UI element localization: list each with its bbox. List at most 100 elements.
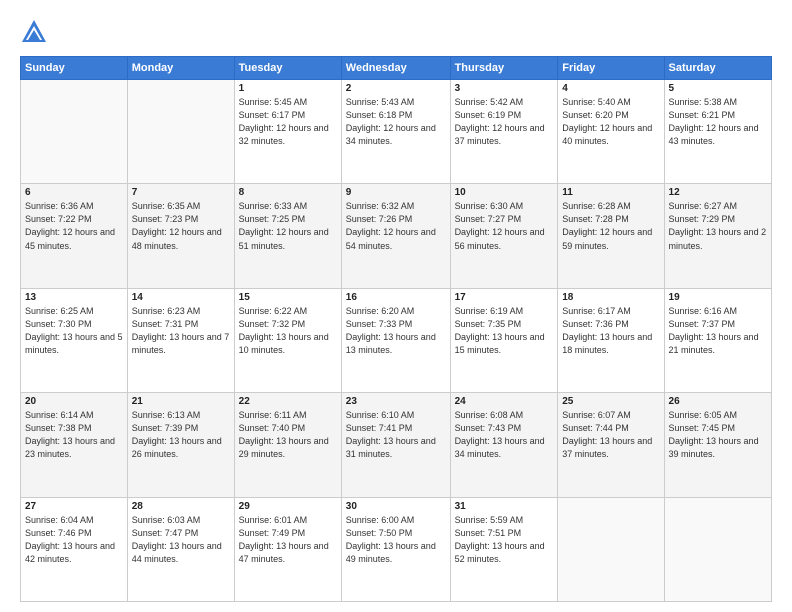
day-info: Sunrise: 6:30 AM Sunset: 7:27 PM Dayligh… <box>455 200 554 252</box>
day-info: Sunrise: 6:33 AM Sunset: 7:25 PM Dayligh… <box>239 200 337 252</box>
col-header-wednesday: Wednesday <box>341 57 450 80</box>
day-info: Sunrise: 6:20 AM Sunset: 7:33 PM Dayligh… <box>346 305 446 357</box>
calendar-cell: 17 Sunrise: 6:19 AM Sunset: 7:35 PM Dayli… <box>450 288 558 392</box>
calendar-cell: 18Sunrise: 6:17 AM Sunset: 7:36 PM Dayli… <box>558 288 664 392</box>
calendar-cell: 12 Sunrise: 6:27 AM Sunset: 7:29 PM Dayli… <box>664 184 771 288</box>
calendar-cell: 11 Sunrise: 6:28 AM Sunset: 7:28 PM Dayli… <box>558 184 664 288</box>
day-number: 15 <box>239 292 337 303</box>
calendar-cell: 29 Sunrise: 6:01 AM Sunset: 7:49 PM Dayli… <box>234 497 341 601</box>
calendar-week-2: 6 Sunrise: 6:36 AM Sunset: 7:22 PM Daylig… <box>21 184 772 288</box>
calendar-cell: 28 Sunrise: 6:03 AM Sunset: 7:47 PM Dayli… <box>127 497 234 601</box>
col-header-tuesday: Tuesday <box>234 57 341 80</box>
day-number: 21 <box>132 396 230 407</box>
calendar-cell: 26 Sunrise: 6:05 AM Sunset: 7:45 PM Dayli… <box>664 393 771 497</box>
day-info: Sunrise: 6:36 AM Sunset: 7:22 PM Dayligh… <box>25 200 123 252</box>
calendar-cell: 14 Sunrise: 6:23 AM Sunset: 7:31 PM Dayli… <box>127 288 234 392</box>
day-info: Sunrise: 5:38 AM Sunset: 6:21 PM Dayligh… <box>669 96 767 148</box>
day-number: 18 <box>562 292 659 303</box>
calendar-week-4: 20Sunrise: 6:14 AM Sunset: 7:38 PM Dayli… <box>21 393 772 497</box>
day-info: Sunrise: 6:03 AM Sunset: 7:47 PM Dayligh… <box>132 514 230 566</box>
col-header-saturday: Saturday <box>664 57 771 80</box>
day-number: 28 <box>132 501 230 512</box>
day-info: Sunrise: 6:22 AM Sunset: 7:32 PM Dayligh… <box>239 305 337 357</box>
day-number: 11 <box>562 187 659 198</box>
calendar-cell <box>664 497 771 601</box>
calendar-cell: 7 Sunrise: 6:35 AM Sunset: 7:23 PM Daylig… <box>127 184 234 288</box>
day-info: Sunrise: 6:01 AM Sunset: 7:49 PM Dayligh… <box>239 514 337 566</box>
day-number: 13 <box>25 292 123 303</box>
calendar-cell: 27 Sunrise: 6:04 AM Sunset: 7:46 PM Dayli… <box>21 497 128 601</box>
calendar-cell: 1Sunrise: 5:45 AM Sunset: 6:17 PM Daylig… <box>234 80 341 184</box>
day-info: Sunrise: 5:43 AM Sunset: 6:18 PM Dayligh… <box>346 96 446 148</box>
calendar-cell: 31 Sunrise: 5:59 AM Sunset: 7:51 PM Dayli… <box>450 497 558 601</box>
day-info: Sunrise: 6:28 AM Sunset: 7:28 PM Dayligh… <box>562 200 659 252</box>
calendar-week-3: 13 Sunrise: 6:25 AM Sunset: 7:30 PM Dayli… <box>21 288 772 392</box>
day-number: 5 <box>669 83 767 94</box>
calendar-cell: 5 Sunrise: 5:38 AM Sunset: 6:21 PM Daylig… <box>664 80 771 184</box>
day-info: Sunrise: 6:16 AM Sunset: 7:37 PM Dayligh… <box>669 305 767 357</box>
day-number: 16 <box>346 292 446 303</box>
day-number: 25 <box>562 396 659 407</box>
day-number: 22 <box>239 396 337 407</box>
day-info: Sunrise: 6:11 AM Sunset: 7:40 PM Dayligh… <box>239 409 337 461</box>
day-number: 10 <box>455 187 554 198</box>
calendar-cell: 10 Sunrise: 6:30 AM Sunset: 7:27 PM Dayli… <box>450 184 558 288</box>
calendar-cell: 9 Sunrise: 6:32 AM Sunset: 7:26 PM Daylig… <box>341 184 450 288</box>
day-info: Sunrise: 6:35 AM Sunset: 7:23 PM Dayligh… <box>132 200 230 252</box>
calendar-cell: 19Sunrise: 6:16 AM Sunset: 7:37 PM Dayli… <box>664 288 771 392</box>
calendar-cell: 15 Sunrise: 6:22 AM Sunset: 7:32 PM Dayli… <box>234 288 341 392</box>
day-number: 6 <box>25 187 123 198</box>
col-header-sunday: Sunday <box>21 57 128 80</box>
day-info: Sunrise: 6:13 AM Sunset: 7:39 PM Dayligh… <box>132 409 230 461</box>
calendar-cell: 4 Sunrise: 5:40 AM Sunset: 6:20 PM Daylig… <box>558 80 664 184</box>
day-info: Sunrise: 6:14 AM Sunset: 7:38 PM Dayligh… <box>25 409 123 461</box>
day-number: 27 <box>25 501 123 512</box>
day-info: Sunrise: 6:25 AM Sunset: 7:30 PM Dayligh… <box>25 305 123 357</box>
calendar-cell: 13 Sunrise: 6:25 AM Sunset: 7:30 PM Dayli… <box>21 288 128 392</box>
day-number: 8 <box>239 187 337 198</box>
day-number: 26 <box>669 396 767 407</box>
day-number: 7 <box>132 187 230 198</box>
day-number: 1 <box>239 83 337 94</box>
calendar-week-5: 27 Sunrise: 6:04 AM Sunset: 7:46 PM Dayli… <box>21 497 772 601</box>
page: SundayMondayTuesdayWednesdayThursdayFrid… <box>0 0 792 612</box>
day-number: 2 <box>346 83 446 94</box>
day-number: 9 <box>346 187 446 198</box>
calendar-cell: 24Sunrise: 6:08 AM Sunset: 7:43 PM Dayli… <box>450 393 558 497</box>
day-number: 31 <box>455 501 554 512</box>
header <box>20 18 772 46</box>
calendar-cell: 21 Sunrise: 6:13 AM Sunset: 7:39 PM Dayli… <box>127 393 234 497</box>
day-number: 29 <box>239 501 337 512</box>
calendar-cell: 20Sunrise: 6:14 AM Sunset: 7:38 PM Dayli… <box>21 393 128 497</box>
day-info: Sunrise: 6:27 AM Sunset: 7:29 PM Dayligh… <box>669 200 767 252</box>
calendar-cell <box>127 80 234 184</box>
calendar-cell: 22 Sunrise: 6:11 AM Sunset: 7:40 PM Dayli… <box>234 393 341 497</box>
col-header-monday: Monday <box>127 57 234 80</box>
calendar-cell: 6 Sunrise: 6:36 AM Sunset: 7:22 PM Daylig… <box>21 184 128 288</box>
day-number: 4 <box>562 83 659 94</box>
day-info: Sunrise: 6:04 AM Sunset: 7:46 PM Dayligh… <box>25 514 123 566</box>
day-number: 24 <box>455 396 554 407</box>
day-info: Sunrise: 6:07 AM Sunset: 7:44 PM Dayligh… <box>562 409 659 461</box>
day-number: 12 <box>669 187 767 198</box>
day-info: Sunrise: 6:10 AM Sunset: 7:41 PM Dayligh… <box>346 409 446 461</box>
day-info: Sunrise: 5:40 AM Sunset: 6:20 PM Dayligh… <box>562 96 659 148</box>
day-info: Sunrise: 5:42 AM Sunset: 6:19 PM Dayligh… <box>455 96 554 148</box>
day-info: Sunrise: 6:19 AM Sunset: 7:35 PM Dayligh… <box>455 305 554 357</box>
col-header-thursday: Thursday <box>450 57 558 80</box>
day-number: 3 <box>455 83 554 94</box>
day-info: Sunrise: 6:32 AM Sunset: 7:26 PM Dayligh… <box>346 200 446 252</box>
day-info: Sunrise: 6:23 AM Sunset: 7:31 PM Dayligh… <box>132 305 230 357</box>
col-header-friday: Friday <box>558 57 664 80</box>
logo <box>20 18 52 46</box>
calendar-cell: 16 Sunrise: 6:20 AM Sunset: 7:33 PM Dayli… <box>341 288 450 392</box>
logo-icon <box>20 18 48 46</box>
calendar-cell: 30Sunrise: 6:00 AM Sunset: 7:50 PM Dayli… <box>341 497 450 601</box>
day-info: Sunrise: 6:05 AM Sunset: 7:45 PM Dayligh… <box>669 409 767 461</box>
day-number: 17 <box>455 292 554 303</box>
calendar-week-1: 1Sunrise: 5:45 AM Sunset: 6:17 PM Daylig… <box>21 80 772 184</box>
calendar-table: SundayMondayTuesdayWednesdayThursdayFrid… <box>20 56 772 602</box>
day-info: Sunrise: 5:59 AM Sunset: 7:51 PM Dayligh… <box>455 514 554 566</box>
day-number: 14 <box>132 292 230 303</box>
calendar-cell: 23Sunrise: 6:10 AM Sunset: 7:41 PM Dayli… <box>341 393 450 497</box>
